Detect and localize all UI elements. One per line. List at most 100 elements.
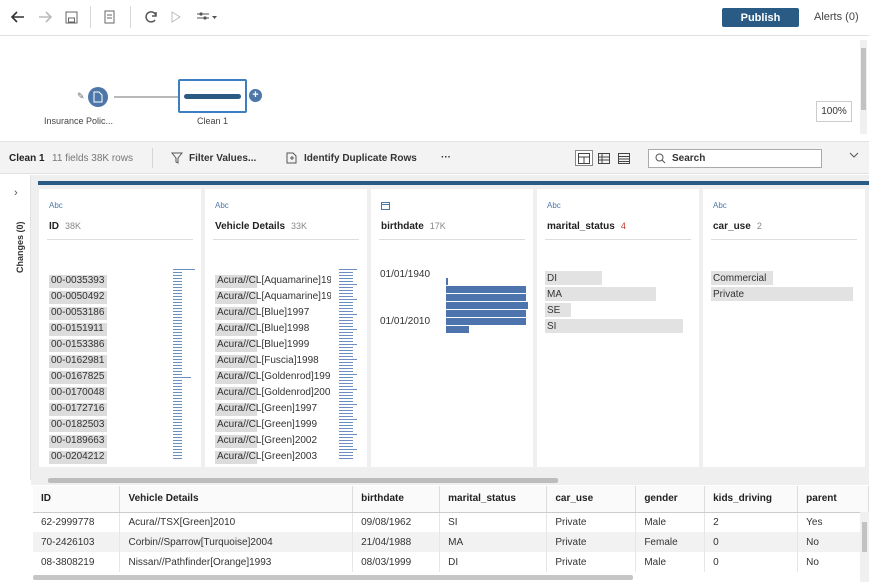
table-cell[interactable]: No xyxy=(797,552,869,572)
table-cell[interactable]: 08/03/1999 xyxy=(352,552,441,572)
profile-value[interactable]: 00-0170048 xyxy=(49,385,107,401)
table-cell[interactable]: 21/04/1988 xyxy=(352,532,441,552)
table-row[interactable]: 70-2426103 Corbin//Sparrow[Turquoise]2004… xyxy=(33,532,869,552)
histogram-bar[interactable] xyxy=(446,310,526,317)
table-cell[interactable]: Corbin//Sparrow[Turquoise]2004 xyxy=(119,532,354,552)
category-label[interactable]: SI xyxy=(547,321,556,332)
profile-card-vehicle-details[interactable]: Abc Vehicle Details 33K Acura//CL[Aquamar… xyxy=(205,189,367,467)
histogram-bar[interactable] xyxy=(446,302,528,309)
table-cell[interactable]: DI xyxy=(439,552,548,572)
profile-value[interactable]: Acura//CL[Green]2002 xyxy=(215,433,331,449)
string-type-icon[interactable]: Abc xyxy=(215,201,229,210)
alerts-button[interactable]: Alerts (0) xyxy=(814,11,859,23)
flow-canvas[interactable]: ✎ Insurance Polic... + Clean 1 100% xyxy=(0,36,869,141)
field-name[interactable]: car_use 2 xyxy=(713,221,762,232)
list-view-icon[interactable] xyxy=(595,150,613,166)
table-cell[interactable]: 2 xyxy=(704,512,799,532)
profile-value[interactable]: Acura//CL[Green]1997 xyxy=(215,401,331,417)
profile-value[interactable]: Acura//CL[Blue]1997 xyxy=(215,305,331,321)
profile-card-birthdate[interactable]: birthdate 17K 01/01/1940 01/01/2010 xyxy=(371,189,533,467)
profile-value[interactable]: 00-0050492 xyxy=(49,289,107,305)
profile-value[interactable]: 00-0182503 xyxy=(49,417,107,433)
table-cell[interactable]: 08-3808219 xyxy=(33,552,121,572)
run-icon[interactable] xyxy=(167,6,185,28)
changes-label[interactable]: Changes (0) xyxy=(15,221,25,273)
profile-value[interactable]: 00-0153386 xyxy=(49,337,107,353)
table-cell[interactable]: Acura//TSX[Green]2010 xyxy=(119,512,354,532)
table-cell[interactable]: Male xyxy=(635,552,706,572)
histogram-bar[interactable] xyxy=(446,286,526,293)
field-name[interactable]: ID 38K xyxy=(49,221,81,232)
table-cell[interactable]: SI xyxy=(439,512,548,532)
table-cell[interactable]: MA xyxy=(439,532,548,552)
profile-view-icon[interactable] xyxy=(575,150,593,166)
table-cell[interactable]: 62-2999778 xyxy=(33,512,121,532)
table-cell[interactable]: 0 xyxy=(704,532,799,552)
canvas-scrollbar[interactable] xyxy=(860,40,867,134)
column-header[interactable]: kids_driving xyxy=(704,486,799,513)
category-label[interactable]: MA xyxy=(547,289,562,300)
profile-value[interactable]: Acura//CL[Blue]1999 xyxy=(215,337,331,353)
filter-values-button[interactable]: Filter Values... xyxy=(171,152,256,164)
changes-panel[interactable]: › Changes (0) xyxy=(0,175,31,480)
column-header[interactable]: ID xyxy=(33,486,121,513)
grid-scroll-thumb[interactable] xyxy=(862,522,867,552)
canvas-scroll-thumb[interactable] xyxy=(861,48,866,110)
table-cell[interactable]: 70-2426103 xyxy=(33,532,121,552)
string-type-icon[interactable]: Abc xyxy=(547,201,561,210)
table-cell[interactable]: No xyxy=(797,532,869,552)
category-label[interactable]: DI xyxy=(547,273,557,284)
table-row[interactable]: 62-2999778 Acura//TSX[Green]2010 09/08/196… xyxy=(33,512,869,532)
add-step-button[interactable]: + xyxy=(249,89,262,102)
more-options-button[interactable]: ··· xyxy=(441,152,451,163)
save-icon[interactable] xyxy=(61,6,81,28)
save-to-file-icon[interactable] xyxy=(100,6,120,28)
profile-card-marital-status[interactable]: Abc marital_status 4 DI MA SE SI xyxy=(537,189,699,467)
table-cell[interactable]: Yes xyxy=(797,512,869,532)
grid-vertical-scrollbar[interactable] xyxy=(860,512,869,582)
histogram-bar[interactable] xyxy=(446,318,526,325)
table-cell[interactable]: 0 xyxy=(704,552,799,572)
category-label[interactable]: Private xyxy=(713,289,744,300)
table-cell[interactable]: Private xyxy=(546,512,637,532)
profile-horizontal-scrollbar[interactable] xyxy=(48,478,558,483)
table-row[interactable]: 08-3808219 Nissan//Pathfinder[Orange]1993… xyxy=(33,552,869,572)
profile-value[interactable]: 00-0204212 xyxy=(49,449,107,465)
table-cell[interactable]: Nissan//Pathfinder[Orange]1993 xyxy=(119,552,354,572)
clean-node[interactable] xyxy=(178,79,247,113)
table-cell[interactable]: Private xyxy=(546,552,637,572)
column-header[interactable]: gender xyxy=(635,486,706,513)
profile-value[interactable]: Acura//CL[Blue]1998 xyxy=(215,321,331,337)
search-input[interactable]: Search xyxy=(648,149,822,168)
profile-value[interactable]: 00-0167825 xyxy=(49,369,107,385)
publish-button[interactable]: Publish xyxy=(722,8,799,27)
table-cell[interactable]: Female xyxy=(635,532,706,552)
profile-value[interactable]: Acura//CL[Green]1999 xyxy=(215,417,331,433)
profile-value[interactable]: 00-0053186 xyxy=(49,305,107,321)
profile-value[interactable]: Acura//CL[Green]2003 xyxy=(215,449,331,465)
string-type-icon[interactable]: Abc xyxy=(713,201,727,210)
edit-input-icon[interactable]: ✎ xyxy=(77,91,85,102)
profile-value[interactable]: 00-0189663 xyxy=(49,433,107,449)
profile-value[interactable]: Acura//CL[Aquamarine]19 xyxy=(215,289,331,305)
category-label[interactable]: Commercial xyxy=(713,273,766,284)
zoom-level[interactable]: 100% xyxy=(816,101,852,122)
data-grid-view-icon[interactable] xyxy=(615,150,633,166)
chevron-down-icon[interactable] xyxy=(849,151,859,162)
profile-value[interactable]: Acura//CL[Goldenrod]200 xyxy=(215,385,331,401)
table-cell[interactable]: 09/08/1962 xyxy=(352,512,441,532)
input-node[interactable] xyxy=(88,87,108,107)
profile-value[interactable]: Acura//CL[Aquamarine]19 xyxy=(215,273,331,289)
field-name[interactable]: birthdate 17K xyxy=(381,221,446,232)
category-bar[interactable] xyxy=(545,319,683,333)
category-label[interactable]: SE xyxy=(547,305,560,316)
profile-card-id[interactable]: Abc ID 38K 00-0035393 00-0050492 00-0053186… xyxy=(39,189,201,467)
column-header[interactable]: parent xyxy=(797,486,869,513)
field-name[interactable]: Vehicle Details 33K xyxy=(215,221,307,232)
profile-value[interactable]: 00-0172716 xyxy=(49,401,107,417)
table-cell[interactable]: Male xyxy=(635,512,706,532)
column-header[interactable]: car_use xyxy=(546,486,637,513)
column-header[interactable]: birthdate xyxy=(352,486,441,513)
string-type-icon[interactable]: Abc xyxy=(49,201,63,210)
identify-duplicates-button[interactable]: Identify Duplicate Rows xyxy=(286,152,417,164)
